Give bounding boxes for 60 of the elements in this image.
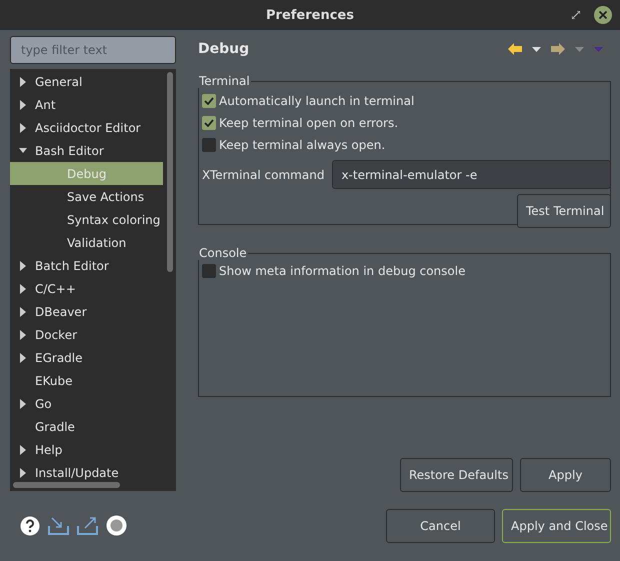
filter-field[interactable]: type filter text	[10, 36, 176, 64]
checkbox-label: Automatically launch in terminal	[219, 94, 414, 108]
cancel-button[interactable]: Cancel	[386, 508, 495, 542]
tree-item[interactable]: Help	[10, 438, 163, 461]
tree-item[interactable]: C/C++	[10, 277, 163, 300]
checkbox[interactable]	[202, 116, 216, 130]
tree-item[interactable]: Asciidoctor Editor	[10, 116, 163, 139]
collapsed-arrow-icon[interactable]	[19, 398, 27, 408]
import-icon[interactable]	[48, 516, 69, 534]
collapsed-arrow-icon[interactable]	[19, 444, 27, 454]
close-icon[interactable]	[594, 6, 612, 24]
checkbox-label: Keep terminal open on errors.	[219, 116, 398, 130]
forward-arrow-icon[interactable]	[551, 43, 565, 55]
tree-item[interactable]: Validation	[10, 231, 163, 254]
checkbox-label: Show meta information in debug console	[219, 264, 466, 278]
field-label: XTerminal command	[202, 168, 324, 182]
test-terminal-button[interactable]: Test Terminal	[517, 194, 611, 228]
tree-item[interactable]: Install/Update	[10, 461, 163, 484]
tree-item[interactable]: Bash Editor	[10, 139, 163, 162]
tree-item[interactable]: EKube	[10, 369, 163, 392]
tree-item[interactable]: Batch Editor	[10, 254, 163, 277]
restore-icon[interactable]	[572, 11, 580, 19]
tree-item[interactable]: Ant	[10, 93, 163, 116]
apply-and-close-button[interactable]: Apply and Close	[502, 508, 611, 542]
collapsed-arrow-icon[interactable]	[19, 284, 27, 294]
apply-button[interactable]: Apply	[520, 458, 611, 492]
export-icon[interactable]	[77, 516, 98, 534]
dropdown-icon[interactable]	[532, 46, 541, 52]
checkbox[interactable]	[202, 138, 216, 152]
tree-item[interactable]: Syntax coloring	[10, 208, 163, 231]
collapsed-arrow-icon[interactable]	[19, 260, 27, 270]
restore-defaults-button[interactable]: Restore Defaults	[400, 458, 513, 492]
expanded-arrow-icon[interactable]	[19, 146, 27, 156]
window-title: Preferences	[266, 8, 354, 22]
checkbox[interactable]	[202, 94, 216, 108]
tree-item[interactable]: Go	[10, 392, 163, 415]
scrollbar-thumb[interactable]	[13, 482, 120, 488]
tree-item[interactable]: Save Actions	[10, 185, 163, 208]
group-label: Terminal	[198, 74, 251, 88]
help-icon[interactable]	[20, 516, 40, 536]
tree-item[interactable]: General	[10, 70, 163, 93]
collapsed-arrow-icon[interactable]	[19, 352, 27, 362]
page-title: Debug	[198, 41, 250, 57]
collapsed-arrow-icon[interactable]	[19, 306, 27, 316]
group-label: Console	[198, 246, 248, 260]
collapsed-arrow-icon[interactable]	[19, 468, 27, 478]
tree-item[interactable]: Docker	[10, 323, 163, 346]
tree-item[interactable]: EGradle	[10, 346, 163, 369]
command-field[interactable]: x-terminal-emulator -e	[332, 160, 611, 189]
tree-item[interactable]: Gradle	[10, 415, 163, 438]
collapsed-arrow-icon[interactable]	[19, 330, 27, 340]
collapsed-arrow-icon[interactable]	[19, 100, 27, 110]
scrollbar-thumb[interactable]	[167, 72, 173, 272]
record-icon[interactable]	[106, 515, 127, 536]
back-arrow-icon[interactable]	[508, 43, 522, 55]
checkbox[interactable]	[202, 264, 216, 278]
tree-item[interactable]: DBeaver	[10, 300, 163, 323]
collapsed-arrow-icon[interactable]	[19, 122, 27, 132]
checkbox-label: Keep terminal always open.	[219, 138, 386, 152]
collapsed-arrow-icon[interactable]	[19, 76, 27, 86]
